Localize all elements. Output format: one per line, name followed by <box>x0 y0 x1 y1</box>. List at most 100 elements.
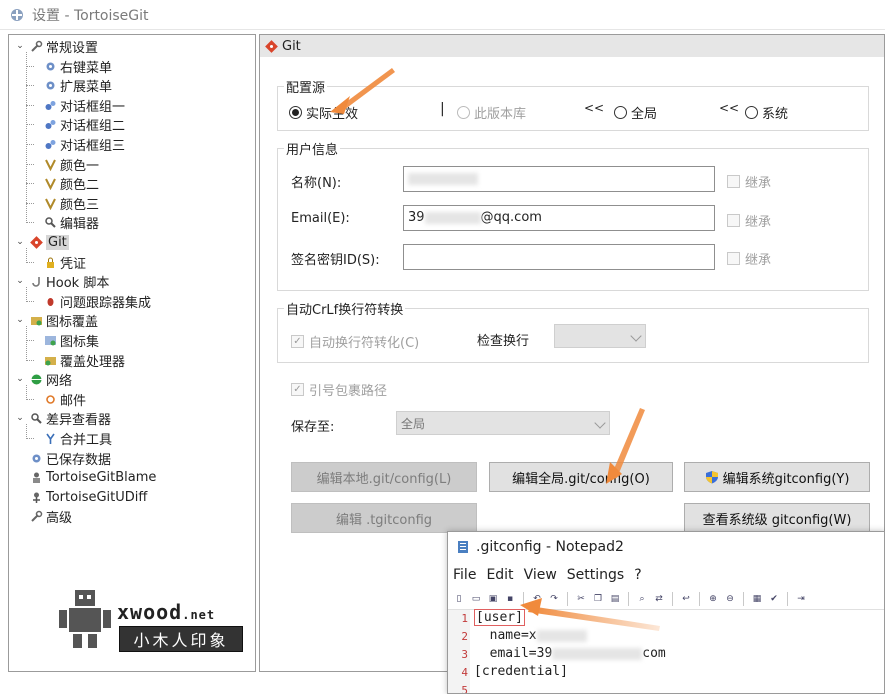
word-wrap-icon[interactable]: ↩ <box>679 592 693 606</box>
edit-global-config-button[interactable]: 编辑全局.git/config(O) <box>489 462 673 492</box>
tree-item-11[interactable]: Git <box>29 233 69 252</box>
tree-item-18[interactable]: 网络 <box>29 370 72 389</box>
radio-global-dot[interactable] <box>614 106 627 119</box>
gears-icon <box>43 138 57 152</box>
name-inherit-box[interactable] <box>727 175 740 188</box>
tree-item-24[interactable]: TortoiseGitUDiff <box>29 488 147 507</box>
chevron-down-icon[interactable]: ⌄ <box>15 276 25 286</box>
menu-settings[interactable]: Settings <box>567 567 624 583</box>
autocrlf-checkbox[interactable]: ✓ 自动换行符转化(C) <box>291 332 419 351</box>
copy-icon[interactable]: ❐ <box>591 592 605 606</box>
notepad2-editor[interactable]: 1 2 3 4 5 [user] name=x email=39 com [cre… <box>448 609 884 693</box>
tree-item-19[interactable]: 邮件 <box>43 390 86 409</box>
signing-inherit-checkbox[interactable]: 继承 <box>727 249 771 268</box>
tree-item-14[interactable]: 问题跟踪器集成 <box>43 292 151 311</box>
customize-icon[interactable]: ✔ <box>767 592 781 606</box>
quote-path-checkbox[interactable]: ✓ 引号包裹路径 <box>291 380 387 399</box>
tree-item-13[interactable]: Hook 脚本 <box>29 272 109 291</box>
tree-item-12[interactable]: 凭证 <box>43 253 86 272</box>
tree-item-6[interactable]: 对话框组三 <box>43 135 125 154</box>
radio-effective[interactable]: 实际生效 <box>289 103 358 122</box>
tree-item-8[interactable]: 颜色二 <box>43 174 99 193</box>
radio-repo-dot[interactable] <box>457 106 470 119</box>
chevron-down-icon[interactable]: ⌄ <box>15 413 25 423</box>
name-inherit-checkbox[interactable]: 继承 <box>727 172 771 191</box>
scheme-icon[interactable]: ▦ <box>750 592 764 606</box>
chevron-down-icon[interactable]: ⌄ <box>15 315 25 325</box>
chevron-down-icon[interactable]: ⌄ <box>15 374 25 384</box>
tree-item-4[interactable]: 对话框组一 <box>43 96 125 115</box>
menu-edit[interactable]: Edit <box>486 567 513 583</box>
check-eol-select[interactable] <box>554 324 646 348</box>
find-icon[interactable]: ⌕ <box>635 592 649 606</box>
save-icon[interactable]: ▪ <box>503 592 517 606</box>
chevron-down-icon[interactable]: ⌄ <box>15 41 25 51</box>
tree-item-5[interactable]: 对话框组二 <box>43 115 125 134</box>
paste-icon[interactable]: ▤ <box>608 592 622 606</box>
new-file-icon[interactable]: ▯ <box>452 592 466 606</box>
tree-item-3[interactable]: 扩展菜单 <box>43 76 112 95</box>
name-input[interactable] <box>403 166 715 192</box>
tree-item-20[interactable]: 差异查看器 <box>29 409 111 428</box>
replace-icon[interactable]: ⇄ <box>652 592 666 606</box>
redo-icon[interactable]: ↷ <box>547 592 561 606</box>
edit-tgitconfig-button[interactable]: 编辑 .tgitconfig <box>291 503 477 533</box>
mail-icon <box>43 392 57 406</box>
toolbar-separator <box>787 591 788 606</box>
email-inherit-box[interactable] <box>727 214 740 227</box>
settings-tree[interactable]: 常规设置 右键菜单 扩展菜单 对话框组一 对话框组二 对话框组三 颜色一 颜色二 颜色三编辑器 G… <box>8 34 256 672</box>
save-to-select[interactable]: 全局 <box>396 411 610 435</box>
edit-system-config-button[interactable]: 编辑系统gitconfig(Y) <box>684 462 870 492</box>
menu-file[interactable]: File <box>453 567 476 583</box>
tree-item-label: 编辑器 <box>60 217 100 233</box>
exit-icon[interactable]: ⇥ <box>794 592 808 606</box>
zoom-in-icon[interactable]: ⊕ <box>706 592 720 606</box>
tree-item-23[interactable]: TortoiseGitBlame <box>29 468 156 487</box>
open-folder-icon[interactable]: ▭ <box>469 592 483 606</box>
tree-item-1[interactable]: 常规设置 <box>29 37 98 56</box>
menu-help[interactable]: ? <box>634 567 641 583</box>
radio-system-dot[interactable] <box>745 106 758 119</box>
tree-item-9[interactable]: 颜色三 <box>43 194 99 213</box>
tree-item-7[interactable]: 颜色一 <box>43 155 99 174</box>
gear-icon <box>43 59 57 73</box>
edit-local-config-button[interactable]: 编辑本地.git/config(L) <box>291 462 477 492</box>
notepad2-window[interactable]: .gitconfig - Notepad2 File Edit View Set… <box>447 531 885 694</box>
tree-item-22[interactable]: 已保存数据 <box>29 449 111 468</box>
tree-item-label: 差异查看器 <box>46 413 112 429</box>
view-system-config-button[interactable]: 查看系统级 gitconfig(W) <box>684 503 870 533</box>
browse-icon[interactable]: ▣ <box>486 592 500 606</box>
undo-icon[interactable]: ↶ <box>530 592 544 606</box>
chevron-down-icon[interactable]: ⌄ <box>15 237 25 247</box>
tree-item-17[interactable]: 覆盖处理器 <box>43 351 125 370</box>
tree-item-label: 图标集 <box>60 335 100 350</box>
line-number: 2 <box>461 630 468 643</box>
overlay-handler-icon <box>43 353 57 367</box>
cut-icon[interactable]: ✂ <box>574 592 588 606</box>
email-inherit-checkbox[interactable]: 继承 <box>727 211 771 230</box>
menu-view[interactable]: View <box>524 567 557 583</box>
panel-header: Git <box>260 35 884 57</box>
save-to-value: 全局 <box>401 416 426 431</box>
tree-item-10[interactable]: 编辑器 <box>43 213 99 232</box>
radio-system[interactable]: 系统 <box>745 103 788 122</box>
quote-path-box[interactable]: ✓ <box>291 383 304 396</box>
toolbar-separator <box>699 591 700 606</box>
tree-item-15[interactable]: 图标覆盖 <box>29 311 98 330</box>
signing-inherit-box[interactable] <box>727 252 740 265</box>
tree-item-2[interactable]: 右键菜单 <box>43 57 112 76</box>
email-input[interactable]: 39 @qq.com <box>403 205 715 231</box>
signing-inherit-label: 继承 <box>745 253 772 268</box>
radio-global-label: 全局 <box>631 107 658 122</box>
tree-item-21[interactable]: 合并工具 <box>43 429 112 448</box>
radio-repo[interactable]: 此版本库 <box>457 103 526 122</box>
autocrlf-box[interactable]: ✓ <box>291 335 304 348</box>
radio-global[interactable]: 全局 <box>614 103 657 122</box>
zoom-out-icon[interactable]: ⊖ <box>723 592 737 606</box>
signing-key-input[interactable] <box>403 244 715 270</box>
tree-item-label: 凭证 <box>60 256 87 272</box>
tree-item-25[interactable]: 高级 <box>29 507 72 526</box>
radio-effective-dot[interactable] <box>289 106 302 119</box>
notepad2-titlebar: .gitconfig - Notepad2 <box>448 532 884 562</box>
tree-item-16[interactable]: 图标集 <box>43 331 99 350</box>
